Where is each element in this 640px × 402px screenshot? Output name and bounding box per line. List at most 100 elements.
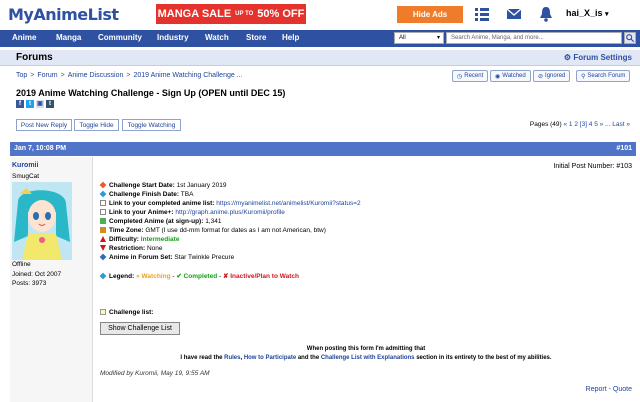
nav-store[interactable]: Store <box>246 33 266 42</box>
user-menu[interactable]: hai_X_is ▾ <box>566 8 609 18</box>
recent-button[interactable]: ◷ Recent <box>452 70 489 82</box>
triangle-up-icon <box>100 236 106 242</box>
nav-community[interactable]: Community <box>98 33 142 42</box>
pages-links[interactable]: « 1 2 [3] 4 5 » ... Last » <box>564 121 631 128</box>
time-zone-value: GMT (I use dd-mm format for dates as I a… <box>145 227 326 234</box>
post-header: Jan 7, 10:08 PM #101 <box>10 142 636 156</box>
info-difficulty: Difficulty: Intermediate <box>100 236 179 243</box>
legend: Legend: » Watching - ✔ Completed - ✘ Ina… <box>99 272 299 280</box>
completed-list-link[interactable]: https://myanimelist.net/animelist/Kuromi… <box>216 200 360 207</box>
breadcrumb-top[interactable]: Top <box>16 72 27 79</box>
cross-icon: ✘ <box>222 273 229 280</box>
toggle-hide-button[interactable]: Toggle Hide <box>74 119 119 131</box>
post-user-panel: Kuromii SmugCat Offline Joined: Oct 2007… <box>10 157 93 402</box>
anime-plus-label: Link to your Anime+: <box>109 209 174 216</box>
report-link[interactable]: Report <box>586 386 607 393</box>
info-completed-count: Completed Anime (at sign-up): 1,341 <box>100 218 221 225</box>
notice-and: and the <box>297 355 320 361</box>
ignored-label: Ignored <box>545 73 566 79</box>
pagination: Pages (49) « 1 2 [3] 4 5 » ... Last » <box>530 121 630 128</box>
show-challenge-list-button[interactable]: Show Challenge List <box>100 322 180 335</box>
hide-ads-button[interactable]: Hide Ads <box>397 6 463 23</box>
user-status: Offline <box>12 261 31 268</box>
notice-pre: I have read the <box>180 355 223 361</box>
gear-icon: ⚙ <box>563 53 572 62</box>
info-forum-set: Anime in Forum Set: Star Twinkle Precure <box>99 253 235 261</box>
modified-note: Modified by Kuromii, May 19, 9:55 AM <box>100 370 210 377</box>
facebook-icon[interactable]: f <box>16 100 24 108</box>
clock-icon <box>100 227 106 233</box>
share-icon[interactable]: ▣ <box>36 100 44 108</box>
rules-link[interactable]: Rules <box>224 355 240 361</box>
breadcrumb-anime-discussion[interactable]: Anime Discussion <box>68 72 124 79</box>
challenge-list-link[interactable]: Challenge List with Explanations <box>321 355 415 361</box>
list-icon[interactable] <box>474 6 490 22</box>
watched-button[interactable]: ◉ Watched <box>490 70 531 82</box>
link-icon <box>100 209 106 215</box>
search-icon[interactable] <box>624 32 636 44</box>
twitter-icon[interactable]: t <box>26 100 34 108</box>
nav-manga[interactable]: Manga <box>56 33 81 42</box>
search-icon: ⚲ <box>581 73 586 80</box>
manga-sale-banner[interactable]: MANGA SALE UP TO 50% OFF <box>156 4 306 24</box>
search-category-value: All <box>399 35 406 41</box>
bell-icon[interactable] <box>538 6 554 22</box>
banner-upto: UP TO <box>235 11 254 17</box>
nav-anime[interactable]: Anime <box>12 33 36 42</box>
ignored-button[interactable]: ⊘ Ignored <box>533 70 571 82</box>
clock-icon: ◷ <box>457 73 463 80</box>
tumblr-icon[interactable]: t <box>46 100 54 108</box>
post-username[interactable]: Kuromii <box>12 162 38 169</box>
notice-line-1: When posting this form I'm admitting tha… <box>306 346 426 352</box>
forum-settings-link[interactable]: ⚙ Forum Settings <box>564 53 632 62</box>
notice-post: section in its entirety to the best of m… <box>416 355 552 361</box>
check-icon: ✔ <box>176 273 182 280</box>
post-date: Jan 7, 10:08 PM <box>14 145 67 152</box>
eye-icon: ◉ <box>495 73 501 80</box>
check-icon <box>100 218 106 224</box>
diamond-icon <box>99 253 107 261</box>
toggle-watching-button[interactable]: Toggle Watching <box>122 119 181 131</box>
legend-watching: Watching <box>141 273 171 280</box>
triangle-down-icon <box>100 245 106 251</box>
chevron-down-icon: ▾ <box>605 11 609 18</box>
diamond-icon <box>99 181 107 189</box>
difficulty-value: Intermediate <box>140 236 180 243</box>
user-joined: Joined: Oct 2007 <box>12 271 62 278</box>
breadcrumb-forum[interactable]: Forum <box>37 72 57 79</box>
forum-set-value: Star Twinkle Precure <box>174 254 235 261</box>
search-input[interactable]: Search Anime, Manga, and more... <box>446 32 622 44</box>
how-to-participate-link[interactable]: How to Participate <box>244 355 296 361</box>
info-time-zone: Time Zone: GMT (I use dd-mm format for d… <box>100 227 326 234</box>
difficulty-label: Difficulty: <box>109 236 139 243</box>
nav-industry[interactable]: Industry <box>157 33 189 42</box>
recent-label: Recent <box>464 73 484 79</box>
nav-help[interactable]: Help <box>282 33 299 42</box>
breadcrumb: Top > Forum > Anime Discussion >2019 Anime Wa… <box>16 72 243 79</box>
post-number[interactable]: #101 <box>616 145 632 152</box>
nav-watch[interactable]: Watch <box>205 33 229 42</box>
user-avatar[interactable] <box>12 182 72 260</box>
post-new-reply-button[interactable]: Post New Reply <box>16 119 72 131</box>
start-date-label: Challenge Start Date: <box>109 182 175 189</box>
legend-inactive: Inactive/Plan to Watch <box>230 273 299 280</box>
username: hai_X_is <box>566 8 603 18</box>
search-category-select[interactable]: All ▾ <box>394 32 444 44</box>
site-logo[interactable]: MyAnimeList <box>8 5 119 24</box>
quote-link[interactable]: Quote <box>613 386 632 393</box>
search-forum-button[interactable]: ⚲ Search Forum <box>576 70 631 82</box>
restriction-value: None <box>146 245 163 252</box>
breadcrumb-topic[interactable]: 2019 Anime Watching Challenge ... <box>133 72 242 79</box>
anime-plus-link[interactable]: http://graph.anime.plus/Kuromii/profile <box>175 209 284 216</box>
pencil-icon <box>100 309 106 315</box>
finish-date-label: Challenge Finish Date: <box>109 191 180 198</box>
diamond-icon <box>99 190 107 198</box>
site-header: MyAnimeList MANGA SALE UP TO 50% OFF Hid… <box>0 0 640 28</box>
link-icon <box>100 200 106 206</box>
legend-label: Legend: <box>109 273 135 280</box>
finish-date-value: TBA <box>180 191 194 198</box>
mail-icon[interactable] <box>506 6 522 22</box>
caret-down-icon: ▾ <box>436 35 440 41</box>
post-actions: Report - Quote <box>585 386 632 393</box>
pages-count: Pages (49) <box>529 121 562 128</box>
